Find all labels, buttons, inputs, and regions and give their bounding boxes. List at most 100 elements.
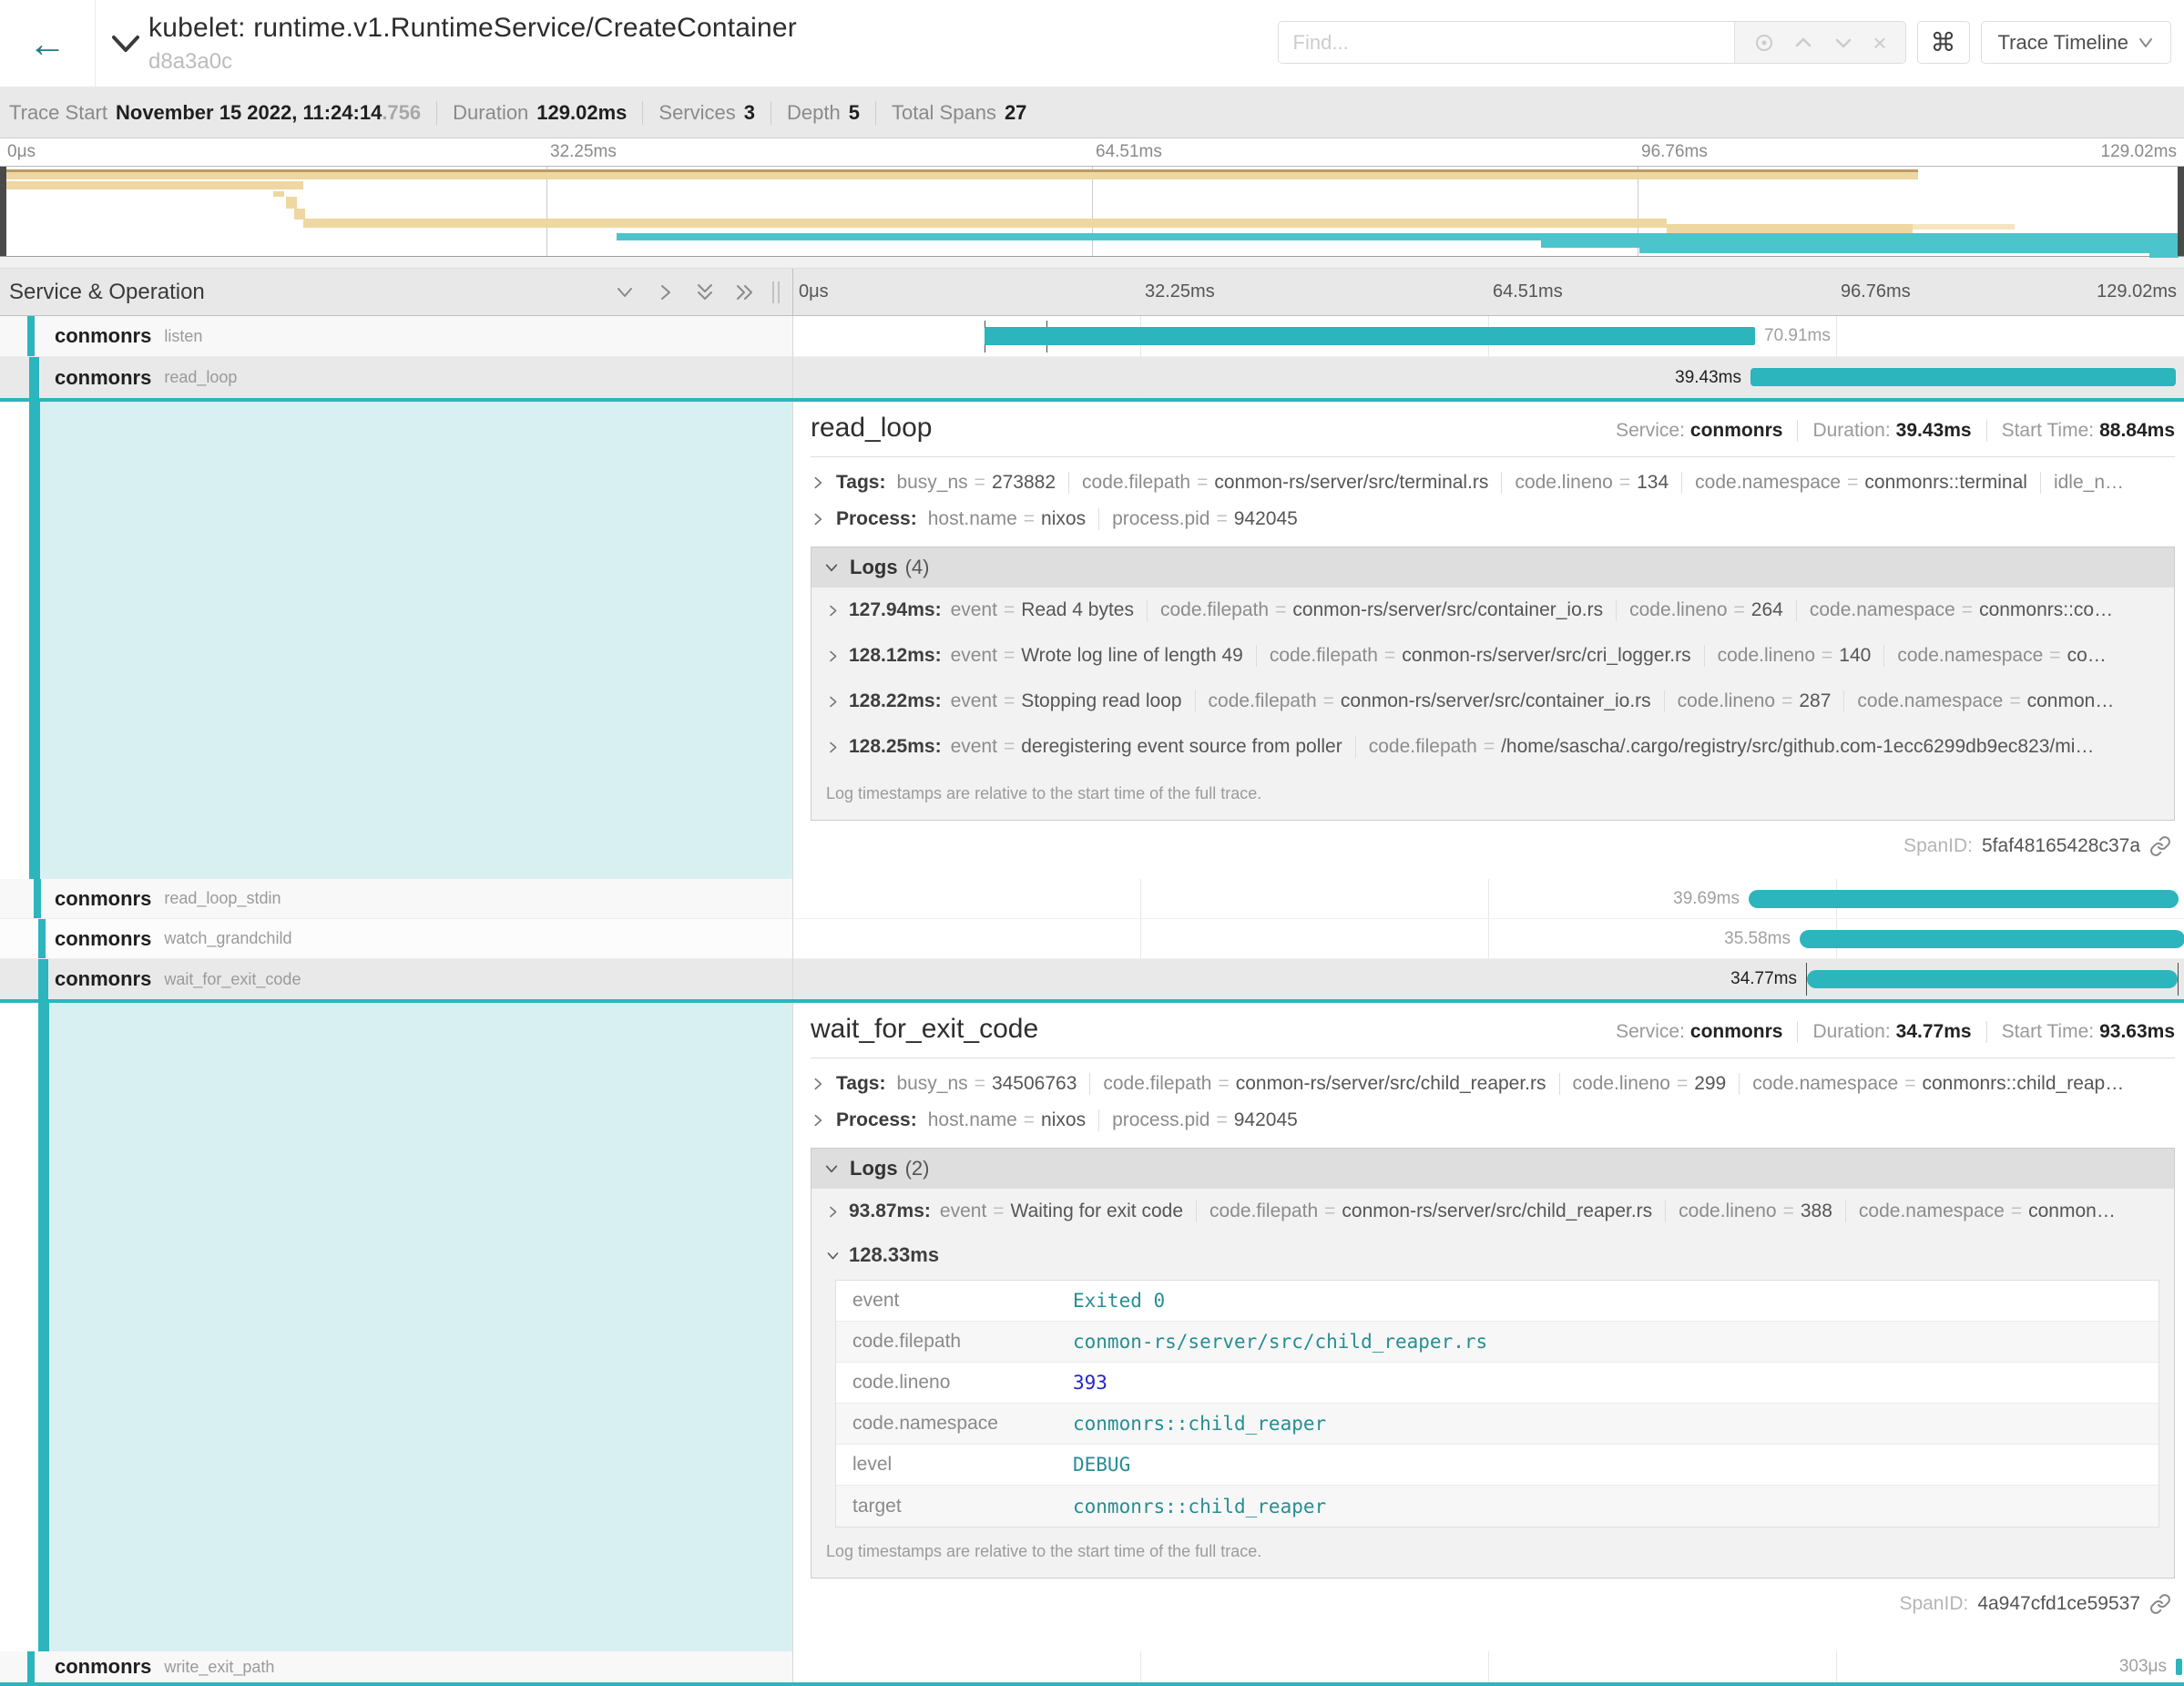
span-name-cell[interactable]: conmonrs read_loop — [0, 357, 793, 398]
log-entry[interactable]: 127.94ms: event=Read 4 bytescode.filepat… — [811, 588, 2174, 633]
process-row[interactable]: Process: host.name=nixosprocess.pid=9420… — [811, 508, 2175, 530]
logs-header[interactable]: Logs (2) — [811, 1149, 2174, 1189]
tag-pair: idle_n… — [2040, 472, 2137, 494]
log-field-row: target conmonrs::child_reaper — [836, 1486, 2158, 1527]
span-name-cell[interactable]: conmonrs watch_grandchild — [0, 919, 793, 959]
collapse-all-icon[interactable] — [694, 281, 716, 303]
span-bar-cell[interactable]: 34.77ms — [793, 959, 2184, 999]
span-row-watch-grandchild[interactable]: conmonrs watch_grandchild 35.58ms — [0, 919, 2184, 959]
log-timestamp: 93.87ms: — [849, 1201, 931, 1222]
span-bar-cell[interactable]: 70.91ms — [793, 316, 2184, 357]
log-field-pair: code.namespace=co… — [1883, 645, 2106, 667]
logs-header[interactable]: Logs (4) — [811, 547, 2174, 588]
span-name-cell[interactable]: conmonrs write_exit_path — [0, 1651, 793, 1682]
tag-pair: code.lineno=134 — [1501, 472, 1669, 494]
gridline — [1140, 919, 1141, 958]
log-field-row: code.filepath conmon-rs/server/src/child… — [836, 1322, 2158, 1363]
link-icon[interactable] — [2149, 835, 2171, 857]
collapse-title-button[interactable] — [108, 0, 143, 87]
span-service: conmonrs — [55, 887, 151, 911]
expanded-log-header[interactable]: 128.33ms — [826, 1243, 2174, 1267]
top-bar: ← kubelet: runtime.v1.RuntimeService/Cre… — [0, 0, 2184, 87]
span-row-read-loop[interactable]: conmonrs read_loop 39.43ms — [0, 357, 2184, 402]
log-field-row: code.lineno 393 — [836, 1363, 2158, 1404]
span-bar-cell[interactable]: 303μs — [793, 1651, 2184, 1682]
span-color-strip — [27, 316, 35, 356]
collapse-one-icon[interactable] — [614, 281, 636, 303]
link-icon[interactable] — [2149, 1593, 2171, 1615]
span-name-cell[interactable]: conmonrs listen — [0, 316, 793, 357]
gridline — [1140, 1651, 1141, 1682]
gridline — [1140, 879, 1141, 918]
span-row-read-loop-stdin[interactable]: conmonrs read_loop_stdin 39.69ms — [0, 879, 2184, 919]
log-entry[interactable]: 128.22ms: event=Stopping read loopcode.f… — [811, 679, 2174, 724]
service-label: Service: — [1616, 1021, 1685, 1042]
span-operation: write_exit_path — [164, 1658, 274, 1677]
process-pair: process.pid=942045 — [1098, 508, 1298, 530]
span-duration-label: 39.43ms — [1675, 357, 1741, 398]
view-selector-button[interactable]: Trace Timeline — [1981, 21, 2171, 64]
clear-search-icon[interactable]: × — [1873, 31, 1886, 55]
expand-all-icon[interactable] — [734, 281, 756, 303]
field-value: conmonrs::child_reaper — [1073, 1413, 1326, 1435]
minimap-right-scrub-handle[interactable] — [2178, 167, 2184, 256]
detail-title: wait_for_exit_code — [811, 1014, 1038, 1045]
keyboard-shortcuts-button[interactable]: ⌘ — [1917, 21, 1970, 64]
tags-row[interactable]: Tags: busy_ns=34506763code.filepath=conm… — [811, 1073, 2175, 1095]
detail-meta: Service:conmonrs Duration:34.77ms Start … — [1616, 1021, 2175, 1043]
span-bar[interactable] — [1750, 368, 2176, 386]
tags-row[interactable]: Tags: busy_ns=273882code.filepath=conmon… — [811, 472, 2175, 494]
target-icon[interactable] — [1753, 32, 1775, 54]
span-row-wait-for-exit-code[interactable]: conmonrs wait_for_exit_code 34.77ms — [0, 959, 2184, 1003]
span-row-listen[interactable]: conmonrs listen 70.91ms — [0, 316, 2184, 357]
span-id-label: SpanID: — [1903, 835, 1973, 857]
process-row[interactable]: Process: host.name=nixosprocess.pid=9420… — [811, 1109, 2175, 1131]
span-duration-label: 70.91ms — [1764, 316, 1831, 356]
expand-one-icon[interactable] — [654, 281, 676, 303]
minimap-gridline — [546, 167, 547, 256]
command-icon: ⌘ — [1931, 27, 1956, 57]
minimap-left-scrub-handle[interactable] — [0, 167, 6, 256]
duration-value: 39.43ms — [1896, 420, 1972, 441]
span-bar-cell[interactable]: 39.43ms — [793, 357, 2184, 398]
span-bar[interactable] — [1800, 930, 2184, 948]
span-row-write-exit-path[interactable]: conmonrs write_exit_path 303μs — [0, 1651, 2184, 1686]
tag-pair: code.filepath=conmon-rs/server/src/termi… — [1068, 472, 1488, 494]
span-bar[interactable] — [1749, 890, 2179, 908]
page-title: kubelet: runtime.v1.RuntimeService/Creat… — [148, 13, 797, 44]
timeline-minimap[interactable] — [0, 166, 2184, 257]
start-time-value: 88.84ms — [2099, 420, 2175, 441]
column-resize-handle[interactable] — [772, 281, 780, 303]
span-bar[interactable] — [985, 327, 1755, 345]
minimap-span-bar — [1667, 224, 1913, 233]
back-button[interactable]: ← — [0, 0, 96, 87]
trace-id: d8a3a0c — [148, 49, 797, 75]
span-bar-cell[interactable]: 39.69ms — [793, 879, 2184, 919]
log-field-pair: code.lineno=140 — [1704, 645, 1872, 667]
span-name-cell[interactable]: conmonrs read_loop_stdin — [0, 879, 793, 919]
span-service: conmonrs — [55, 967, 151, 991]
chevron-up-icon[interactable] — [1792, 32, 1814, 54]
span-bar[interactable] — [1807, 970, 2178, 988]
log-entry[interactable]: 93.87ms: event=Waiting for exit codecode… — [811, 1189, 2174, 1234]
chevron-right-icon — [811, 1077, 825, 1091]
gridline — [1140, 959, 1141, 999]
span-bar-cell[interactable]: 35.58ms — [793, 919, 2184, 959]
gridline — [1488, 879, 1489, 918]
chevron-down-icon[interactable] — [1832, 32, 1854, 54]
detail-left-gutter — [0, 402, 793, 879]
log-timestamp: 128.25ms: — [849, 736, 942, 758]
log-entry[interactable]: 128.25ms: event=deregistering event sour… — [811, 724, 2174, 770]
logs-count: (2) — [905, 1157, 930, 1180]
span-id-row: SpanID: 4a947cfd1ce59537 — [811, 1593, 2175, 1615]
field-key: code.filepath — [836, 1331, 1073, 1353]
span-bar[interactable] — [2176, 1659, 2182, 1675]
summary-value: 5 — [849, 101, 860, 125]
span-name-cell[interactable]: conmonrs wait_for_exit_code — [0, 959, 793, 999]
field-key: event — [836, 1290, 1073, 1312]
find-input[interactable] — [1279, 22, 1734, 63]
log-entry[interactable]: 128.12ms: event=Wrote log line of length… — [811, 633, 2174, 679]
find-box: × — [1278, 21, 1906, 64]
service-value: conmonrs — [1690, 420, 1783, 441]
chevron-right-icon — [811, 475, 825, 490]
